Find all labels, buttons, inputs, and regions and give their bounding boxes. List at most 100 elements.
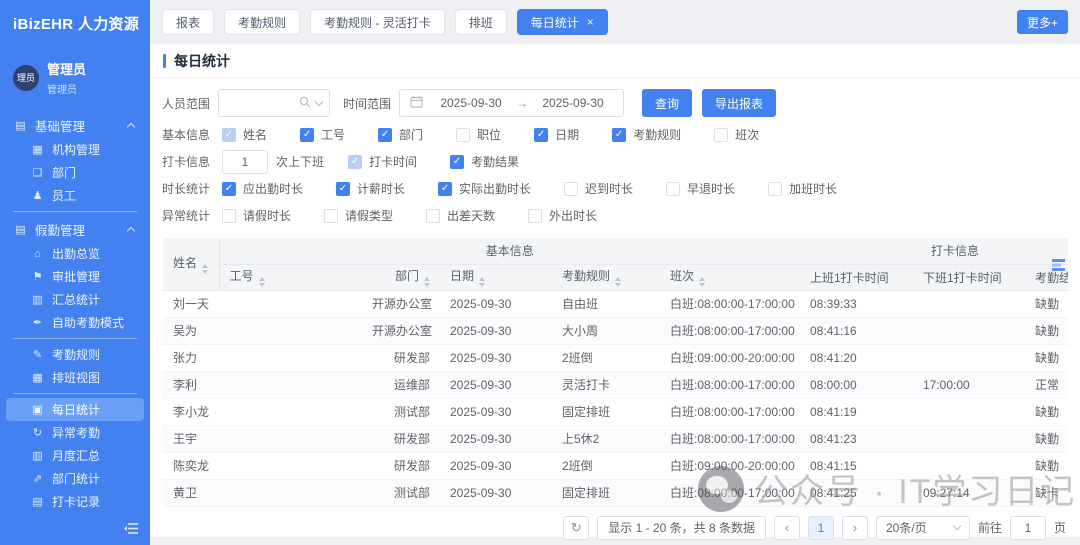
checkbox-出差天数[interactable]: [426, 209, 440, 223]
tab-考勤规则[interactable]: 考勤规则: [224, 9, 300, 35]
sidebar-item-attendance-rules[interactable]: ✎考勤规则: [0, 343, 150, 366]
sidebar-item-org-management[interactable]: ▦机构管理: [0, 138, 150, 161]
sidebar-item-label: 基础管理: [35, 116, 85, 135]
sidebar-item-clock-records[interactable]: ▤打卡记录: [0, 490, 150, 513]
tag-icon: ⚑: [30, 270, 45, 283]
sidebar-item-schedule-view[interactable]: ▦排班视图: [0, 366, 150, 389]
person-range-input[interactable]: [218, 89, 330, 117]
goto-page-input[interactable]: [1010, 516, 1046, 540]
sidebar-item-approval-management[interactable]: ⚑审批管理: [0, 265, 150, 288]
checkbox-早退时长[interactable]: [666, 182, 680, 196]
cell-考勤结果: 缺勤: [1025, 452, 1068, 479]
checkbox-考勤规则[interactable]: ✓: [612, 128, 626, 142]
checkbox-班次[interactable]: [714, 128, 728, 142]
checkbox-label: 职位: [477, 126, 501, 143]
user-block[interactable]: 理员 管理员 管理员: [13, 59, 150, 96]
table-row: 王宇研发部2025-09-30上5休2白班:08:00:00-17:00:000…: [163, 425, 1068, 452]
checkbox-应出勤时长[interactable]: ✓: [222, 182, 236, 196]
option-实际出勤时长: ✓ 实际出勤时长: [438, 180, 531, 197]
sort-icon: [259, 277, 265, 287]
id-card-icon: ▤: [13, 119, 28, 132]
cell-姓名: 张力: [163, 344, 219, 371]
next-page-button[interactable]: ›: [842, 516, 868, 540]
column-header-工号[interactable]: 工号: [219, 264, 362, 290]
sidebar-group-base-management[interactable]: ▤ 基础管理: [0, 112, 150, 138]
page-size-select[interactable]: 20条/页: [876, 516, 970, 540]
sidebar-item-department[interactable]: ❏部门: [0, 161, 150, 184]
cell-姓名: 吴为: [163, 317, 219, 344]
checkbox-计薪时长[interactable]: ✓: [336, 182, 350, 196]
tab-每日统计[interactable]: 每日统计×: [517, 9, 608, 35]
column-header-班次[interactable]: 班次: [660, 264, 800, 290]
collapse-sidebar-icon[interactable]: [124, 522, 139, 538]
search-button[interactable]: 查询: [642, 89, 692, 117]
cell-考勤规则: 自由班: [552, 290, 660, 317]
checkbox-外出时长[interactable]: [528, 209, 542, 223]
column-header-考勤规则[interactable]: 考勤规则: [552, 264, 660, 290]
cell-工号: [219, 317, 362, 344]
cell-姓名: 王宇: [163, 425, 219, 452]
cell-下班1打卡时间: [913, 425, 1025, 452]
chart-window-icon: ▥: [30, 293, 45, 306]
checkbox-label: 日期: [555, 126, 579, 143]
tab-考勤规则 - 灵活打卡[interactable]: 考勤规则 - 灵活打卡: [310, 9, 445, 35]
cell-班次: 白班:09:00:00-20:00:00: [660, 344, 800, 371]
checkbox-打卡时间[interactable]: ✓: [348, 155, 362, 169]
date-range-picker[interactable]: 2025-09-30 → 2025-09-30: [399, 89, 624, 117]
cell-考勤结果: 缺卡: [1025, 479, 1068, 506]
prev-page-button[interactable]: ‹: [774, 516, 800, 540]
cell-下班1打卡时间: [913, 452, 1025, 479]
checkbox-实际出勤时长[interactable]: ✓: [438, 182, 452, 196]
table-row: 吴为开源办公室2025-09-30大小周白班:08:00:00-17:00:00…: [163, 317, 1068, 344]
tab-排班[interactable]: 排班: [455, 9, 507, 35]
checkbox-请假类型[interactable]: [324, 209, 338, 223]
sidebar-item-department-stats[interactable]: ⇗部门统计: [0, 467, 150, 490]
table-row: 李利运维部2025-09-30灵活打卡白班:08:00:00-17:00:000…: [163, 371, 1068, 398]
checkbox-工号[interactable]: ✓: [300, 128, 314, 142]
close-icon[interactable]: ×: [587, 15, 594, 29]
cell-日期: 2025-09-30: [440, 371, 552, 398]
checkbox-考勤结果[interactable]: ✓: [450, 155, 464, 169]
cell-考勤结果: 缺勤: [1025, 290, 1068, 317]
sidebar-group-leave-management[interactable]: ▤假勤管理: [0, 216, 150, 242]
column-header-日期[interactable]: 日期: [440, 264, 552, 290]
checkbox-姓名[interactable]: ✓: [222, 128, 236, 142]
sidebar-item-self-attendance-mode[interactable]: ✒自助考勤模式: [0, 311, 150, 334]
cell-上班1打卡时间: 08:41:23: [800, 425, 913, 452]
date-to-value[interactable]: 2025-09-30: [533, 96, 613, 110]
pagination-info: 显示 1 - 20 条，共 8 条数据: [597, 516, 766, 540]
sidebar-item-daily-stats[interactable]: ▣每日统计: [6, 398, 144, 421]
sidebar-item-abnormal-attendance[interactable]: ↻异常考勤: [0, 421, 150, 444]
checkbox-请假时长[interactable]: [222, 209, 236, 223]
current-page-button[interactable]: 1: [808, 516, 834, 540]
sidebar-item-monthly-summary[interactable]: ▥月度汇总: [0, 444, 150, 467]
list-icon: ▤: [30, 495, 45, 508]
more-button[interactable]: 更多+: [1017, 10, 1068, 34]
export-report-button[interactable]: 导出报表: [702, 89, 776, 117]
option-row-label: 异常统计: [162, 207, 222, 224]
sidebar-item-attendance-overview[interactable]: ⌂出勤总览: [0, 242, 150, 265]
checkbox-label: 请假时长: [243, 207, 291, 224]
column-header-部门[interactable]: 部门: [362, 264, 440, 290]
column-header-姓名[interactable]: 姓名: [163, 238, 219, 290]
cell-上班1打卡时间: 08:39:33: [800, 290, 913, 317]
cell-班次: 白班:08:00:00-17:00:00: [660, 425, 800, 452]
checkbox-日期[interactable]: ✓: [534, 128, 548, 142]
clock-count-input[interactable]: [222, 150, 268, 174]
checkbox-label: 早退时长: [687, 180, 735, 197]
checkbox-加班时长[interactable]: [768, 182, 782, 196]
checkbox-职位[interactable]: [456, 128, 470, 142]
tab-报表[interactable]: 报表: [162, 9, 214, 35]
sidebar-item-employee[interactable]: ♟员工: [0, 184, 150, 207]
checkbox-迟到时长[interactable]: [564, 182, 578, 196]
cell-工号: [219, 371, 362, 398]
refresh-button[interactable]: ↻: [563, 516, 589, 540]
column-settings-icon[interactable]: [1052, 259, 1065, 274]
sidebar-item-summary-stats[interactable]: ▥汇总统计: [0, 288, 150, 311]
checkbox-label: 实际出勤时长: [459, 180, 531, 197]
calendar-icon: ▦: [30, 371, 45, 384]
checkbox-部门[interactable]: ✓: [378, 128, 392, 142]
sidebar-item-label: 异常考勤: [52, 424, 100, 441]
sort-icon: [699, 277, 705, 287]
date-from-value[interactable]: 2025-09-30: [431, 96, 511, 110]
